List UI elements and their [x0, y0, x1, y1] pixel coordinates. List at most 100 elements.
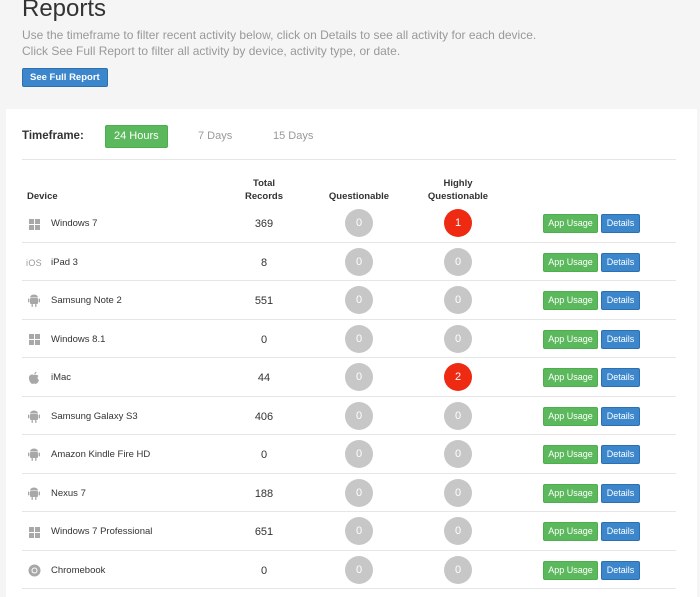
see-full-report-button[interactable]: See Full Report [22, 68, 108, 87]
ios-icon: iOS [26, 257, 42, 268]
questionable-count: 0 [345, 324, 373, 353]
highly-questionable-count: 0 [444, 517, 472, 545]
intro-line-1: Use the timeframe to filter recent activ… [22, 28, 537, 42]
highly-questionable-count: 0 [444, 247, 472, 276]
questionable-count: 0 [345, 209, 373, 237]
highly-questionable-count: 2 [444, 363, 472, 391]
highly-questionable-count: 1 [444, 209, 472, 237]
app-usage-button[interactable]: App Usage [543, 445, 598, 464]
device-name: Windows 7 [51, 218, 98, 229]
table-row: Samsung Galaxy S3 406 0 0 App Usage Details [22, 397, 676, 435]
details-button[interactable]: Details [601, 560, 640, 580]
timeframe-7-days[interactable]: 7 Days [190, 125, 240, 148]
table-row: iOS iPad 3 8 0 0 App Usage Details [22, 243, 676, 281]
header-highly-line1: Highly [443, 178, 473, 189]
total-records: 0 [260, 564, 268, 577]
header-highly-questionable: Highly Questionable [423, 177, 493, 203]
total-records: 0 [260, 333, 268, 346]
timeframe-24-hours[interactable]: 24 Hours [105, 125, 168, 148]
highly-questionable-count: 0 [444, 478, 472, 507]
apple-icon [27, 371, 41, 385]
questionable-count: 0 [345, 401, 373, 430]
android-icon [27, 448, 41, 462]
device-name: Amazon Kindle Fire HD [51, 449, 151, 460]
timeframe-15-days[interactable]: 15 Days [265, 125, 321, 148]
timeframe-bar: Timeframe: 24 Hours 7 Days 15 Days [22, 125, 676, 160]
header-device: Device [27, 191, 58, 202]
android-icon [27, 294, 41, 308]
app-usage-button[interactable]: App Usage [543, 214, 598, 233]
total-records: 8 [260, 256, 268, 269]
total-records: 369 [254, 218, 274, 230]
highly-questionable-count: 0 [444, 286, 472, 314]
header-questionable: Questionable [328, 191, 390, 202]
header-total-line2: Records [244, 191, 283, 202]
table-row: iMac 44 0 2 App Usage Details [22, 358, 676, 397]
total-records: 188 [254, 487, 274, 500]
android-icon [27, 487, 41, 501]
chrome-icon [27, 564, 41, 578]
device-name: iMac [51, 372, 72, 383]
intro-line-2: Click See Full Report to filter all acti… [22, 44, 401, 58]
highly-questionable-count: 0 [444, 555, 472, 584]
timeframe-label: Timeframe: [22, 130, 84, 142]
questionable-count: 0 [345, 440, 373, 468]
highly-questionable-count: 0 [444, 401, 472, 430]
app-usage-button[interactable]: App Usage [543, 522, 598, 541]
device-name: Samsung Note 2 [51, 295, 122, 306]
total-records: 406 [254, 410, 274, 423]
windows-icon [27, 525, 41, 539]
header-total-line1: Total [253, 178, 275, 189]
device-name: Nexus 7 [51, 487, 86, 499]
questionable-count: 0 [345, 286, 373, 314]
highly-questionable-count: 0 [444, 324, 472, 353]
total-records: 651 [254, 526, 274, 538]
table-row: Chromebook 0 0 0 App Usage Details [22, 551, 676, 589]
app-usage-button[interactable]: App Usage [543, 406, 598, 426]
details-button[interactable]: Details [601, 483, 640, 503]
table-row: Windows 8.1 0 0 0 App Usage Details [22, 320, 676, 358]
windows-icon [27, 333, 41, 347]
app-usage-button[interactable]: App Usage [543, 329, 598, 349]
total-records: 551 [254, 295, 274, 307]
report-card: Timeframe: 24 Hours 7 Days 15 Days Devic… [6, 109, 697, 597]
windows-icon [27, 217, 41, 231]
table-row: Samsung Note 2 551 0 0 App Usage Details [22, 281, 676, 320]
page-title: Reports [22, 0, 107, 22]
questionable-count: 0 [345, 363, 373, 391]
table-row: Windows 7 Professional 651 0 0 App Usage Deta… [22, 512, 676, 551]
details-button[interactable]: Details [601, 368, 640, 387]
device-name: Samsung Galaxy S3 [51, 410, 138, 422]
details-button[interactable]: Details [601, 214, 640, 233]
device-name: Windows 8.1 [51, 333, 106, 345]
questionable-count: 0 [345, 555, 373, 584]
questionable-count: 0 [345, 247, 373, 276]
device-name: iPad 3 [51, 256, 78, 268]
android-icon [27, 410, 41, 424]
table-row: Amazon Kindle Fire HD 0 0 0 App Usage Details [22, 435, 676, 474]
app-usage-button[interactable]: App Usage [543, 560, 598, 580]
app-usage-button[interactable]: App Usage [543, 291, 598, 310]
details-button[interactable]: Details [601, 252, 640, 272]
details-button[interactable]: Details [601, 329, 640, 349]
details-button[interactable]: Details [601, 291, 640, 310]
device-name: Chromebook [51, 564, 106, 576]
total-records: 0 [260, 449, 268, 461]
total-records: 44 [257, 372, 271, 384]
details-button[interactable]: Details [601, 445, 640, 464]
device-rows: Windows 7 369 0 1 App Usage Details iOS iPad 38… [22, 204, 676, 589]
table-row: Windows 7 369 0 1 App Usage Details [22, 204, 676, 243]
questionable-count: 0 [345, 517, 373, 545]
intro-text: Use the timeframe to filter recent activ… [22, 27, 678, 59]
header-highly-line2: Questionable [427, 191, 489, 202]
details-button[interactable]: Details [601, 522, 640, 541]
app-usage-button[interactable]: App Usage [543, 368, 598, 387]
app-usage-button[interactable]: App Usage [543, 252, 598, 272]
table-row: Nexus 7 188 0 0 App Usage Details [22, 474, 676, 512]
questionable-count: 0 [345, 478, 373, 507]
details-button[interactable]: Details [601, 406, 640, 426]
header-total-records: Total Records [234, 177, 294, 203]
app-usage-button[interactable]: App Usage [543, 483, 598, 503]
highly-questionable-count: 0 [444, 440, 472, 468]
device-name: Windows 7 Professional [51, 526, 153, 537]
